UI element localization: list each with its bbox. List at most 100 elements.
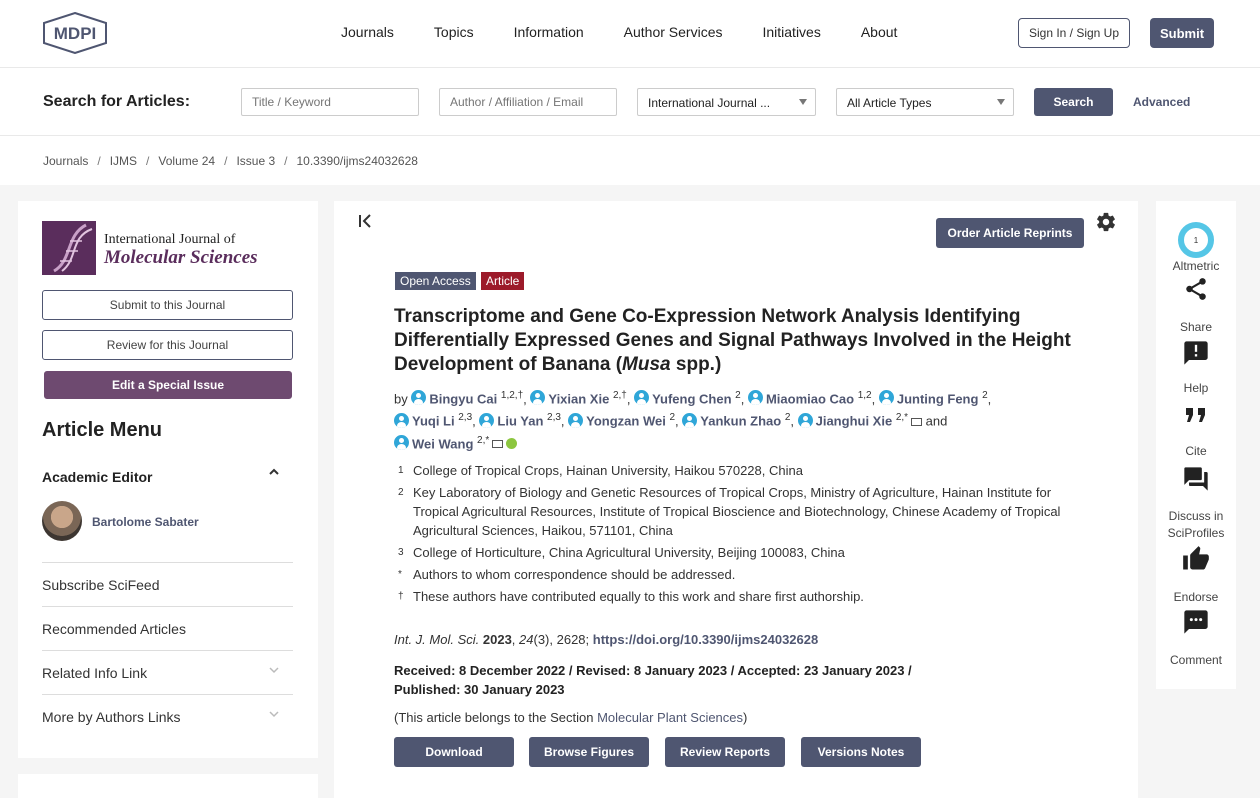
affiliation-item: † These authors have contributed equally … [398, 587, 1088, 606]
menu-subscribe-scifeed[interactable]: Subscribe SciFeed [42, 562, 293, 606]
nav-journals[interactable]: Journals [341, 24, 394, 40]
author-name[interactable]: Yixian Xie [548, 391, 609, 406]
chevron-up-icon[interactable] [269, 467, 279, 477]
chevron-down-icon [997, 99, 1005, 105]
submit-button[interactable]: Submit [1150, 18, 1214, 48]
author-affiliation: 1,2,† [500, 390, 524, 401]
nav-initiatives[interactable]: Initiatives [762, 24, 820, 40]
versions-notes-button[interactable]: Versions Notes [801, 737, 921, 767]
publication-dates: Received: 8 December 2022 / Revised: 8 J… [394, 661, 954, 699]
edit-special-issue-button[interactable]: Edit a Special Issue [44, 371, 292, 399]
affiliation-number: 1 [398, 465, 404, 476]
article-type-select[interactable]: All Article Types [836, 88, 1014, 116]
nav-information[interactable]: Information [514, 24, 584, 40]
gear-icon[interactable] [1095, 211, 1117, 233]
quote-icon [1186, 408, 1205, 422]
chevron-down-icon [269, 711, 279, 718]
endorse-action[interactable]: Endorse [1156, 545, 1236, 604]
cite-action[interactable]: Cite [1156, 406, 1236, 458]
sign-in-button[interactable]: Sign In / Sign Up [1018, 18, 1130, 48]
nav-topics[interactable]: Topics [434, 24, 474, 40]
and-label: and [925, 413, 948, 429]
author-name[interactable]: Junting Feng [897, 391, 979, 406]
menu-item-label: Related Info Link [42, 665, 148, 681]
help-label: Help [1183, 381, 1209, 395]
search-bar: Search for Articles: International Journ… [0, 68, 1260, 136]
search-button[interactable]: Search [1034, 88, 1113, 116]
section-suffix: ) [743, 710, 748, 725]
comment-action[interactable]: Comment [1156, 608, 1236, 667]
article-type-badge: Article [481, 272, 525, 290]
review-reports-button[interactable]: Review Reports [665, 737, 785, 767]
feedback-icon [1184, 341, 1208, 365]
academic-editor-label[interactable]: Academic Editor [42, 469, 152, 485]
submit-to-journal-button[interactable]: Submit to this Journal [42, 290, 293, 320]
altmetric-score: 1 [1194, 236, 1199, 245]
mdpi-logo-text: MDPI [54, 24, 97, 43]
email-icon[interactable] [492, 439, 504, 448]
review-for-journal-button[interactable]: Review for this Journal [42, 330, 293, 360]
menu-more-by-authors[interactable]: More by Authors Links [42, 694, 293, 738]
orcid-icon[interactable] [506, 437, 518, 449]
discuss-action[interactable]: Discuss in SciProfiles [1156, 465, 1236, 542]
nav-about[interactable]: About [861, 24, 898, 40]
affiliation-item: 1 College of Tropical Crops, Hainan Unive… [398, 461, 1088, 480]
breadcrumb-ijms[interactable]: IJMS [110, 154, 137, 168]
email-icon[interactable] [911, 417, 923, 426]
top-navigation: MDPI Journals Topics Information Author … [0, 0, 1260, 68]
breadcrumb-issue[interactable]: Issue 3 [236, 154, 275, 168]
author-input[interactable] [439, 88, 617, 116]
section-link[interactable]: Molecular Plant Sciences [597, 710, 743, 725]
article-title: Transcriptome and Gene Co-Expression Net… [394, 305, 1084, 377]
browse-figures-button[interactable]: Browse Figures [529, 737, 649, 767]
author-name[interactable]: Yankun Zhao [700, 414, 781, 429]
thumbs-up-icon [1183, 546, 1209, 570]
share-icon [1186, 278, 1206, 300]
citation-volume: 24 [519, 632, 534, 647]
breadcrumb-doi[interactable]: 10.3390/ijms24032628 [297, 154, 418, 168]
affiliation-item: 3 College of Horticulture, China Agricult… [398, 543, 1088, 562]
author-icon [682, 412, 698, 428]
author-icon [411, 390, 427, 406]
journal-select[interactable]: International Journal ... [637, 88, 816, 116]
breadcrumb-journals[interactable]: Journals [43, 154, 88, 168]
menu-recommended-articles[interactable]: Recommended Articles [42, 606, 293, 650]
mdpi-logo[interactable]: MDPI [42, 12, 108, 54]
breadcrumb-separator: / [146, 154, 150, 168]
help-action[interactable]: Help [1156, 339, 1236, 395]
author-name[interactable]: Yuqi Li [412, 414, 455, 429]
author-name[interactable]: Liu Yan [497, 414, 543, 429]
author-affiliation: 2 [784, 412, 791, 424]
author-name[interactable]: Bingyu Cai [429, 391, 497, 406]
author-icon [479, 412, 495, 428]
citation-journal: Int. J. Mol. Sci. [394, 632, 480, 647]
order-reprints-button[interactable]: Order Article Reprints [936, 218, 1084, 248]
download-button[interactable]: Download [394, 737, 514, 767]
affiliation-number: * [398, 569, 402, 580]
advanced-search-link[interactable]: Advanced [1133, 95, 1190, 109]
keyword-input[interactable] [241, 88, 419, 116]
title-main: Transcriptome and Gene Co-Expression Net… [394, 306, 1071, 375]
open-access-badge: Open Access [395, 272, 476, 290]
author-name[interactable]: Jianghui Xie [816, 414, 893, 429]
author-name[interactable]: Yufeng Chen [652, 391, 731, 406]
journal-logo[interactable]: International Journal of Molecular Scien… [42, 221, 282, 275]
share-action[interactable]: Share [1156, 276, 1236, 334]
journal-name-line2: Molecular Sciences [103, 247, 258, 268]
author-name[interactable]: Miaomiao Cao [766, 391, 854, 406]
journal-name-line1: International Journal of [104, 232, 236, 247]
doi-link[interactable]: https://doi.org/10.3390/ijms24032628 [593, 632, 818, 647]
altmetric-widget[interactable]: 1 Altmetric [1156, 222, 1236, 273]
affiliation-item: 2 Key Laboratory of Biology and Genetic R… [398, 483, 1088, 540]
editor-name[interactable]: Bartolome Sabater [92, 515, 199, 529]
breadcrumb-volume[interactable]: Volume 24 [158, 154, 215, 168]
discussion-icon [1184, 467, 1208, 491]
author-name[interactable]: Yongzan Wei [586, 414, 666, 429]
collapse-sidebar-icon[interactable] [358, 213, 374, 229]
dates-line: Published: 30 January 2023 [394, 682, 565, 697]
affiliation-text: Authors to whom correspondence should be… [413, 567, 736, 582]
author-affiliation: 2,* [895, 412, 909, 424]
author-name[interactable]: Wei Wang [412, 436, 473, 451]
nav-author-services[interactable]: Author Services [624, 24, 723, 40]
menu-related-info-link[interactable]: Related Info Link [42, 650, 293, 694]
